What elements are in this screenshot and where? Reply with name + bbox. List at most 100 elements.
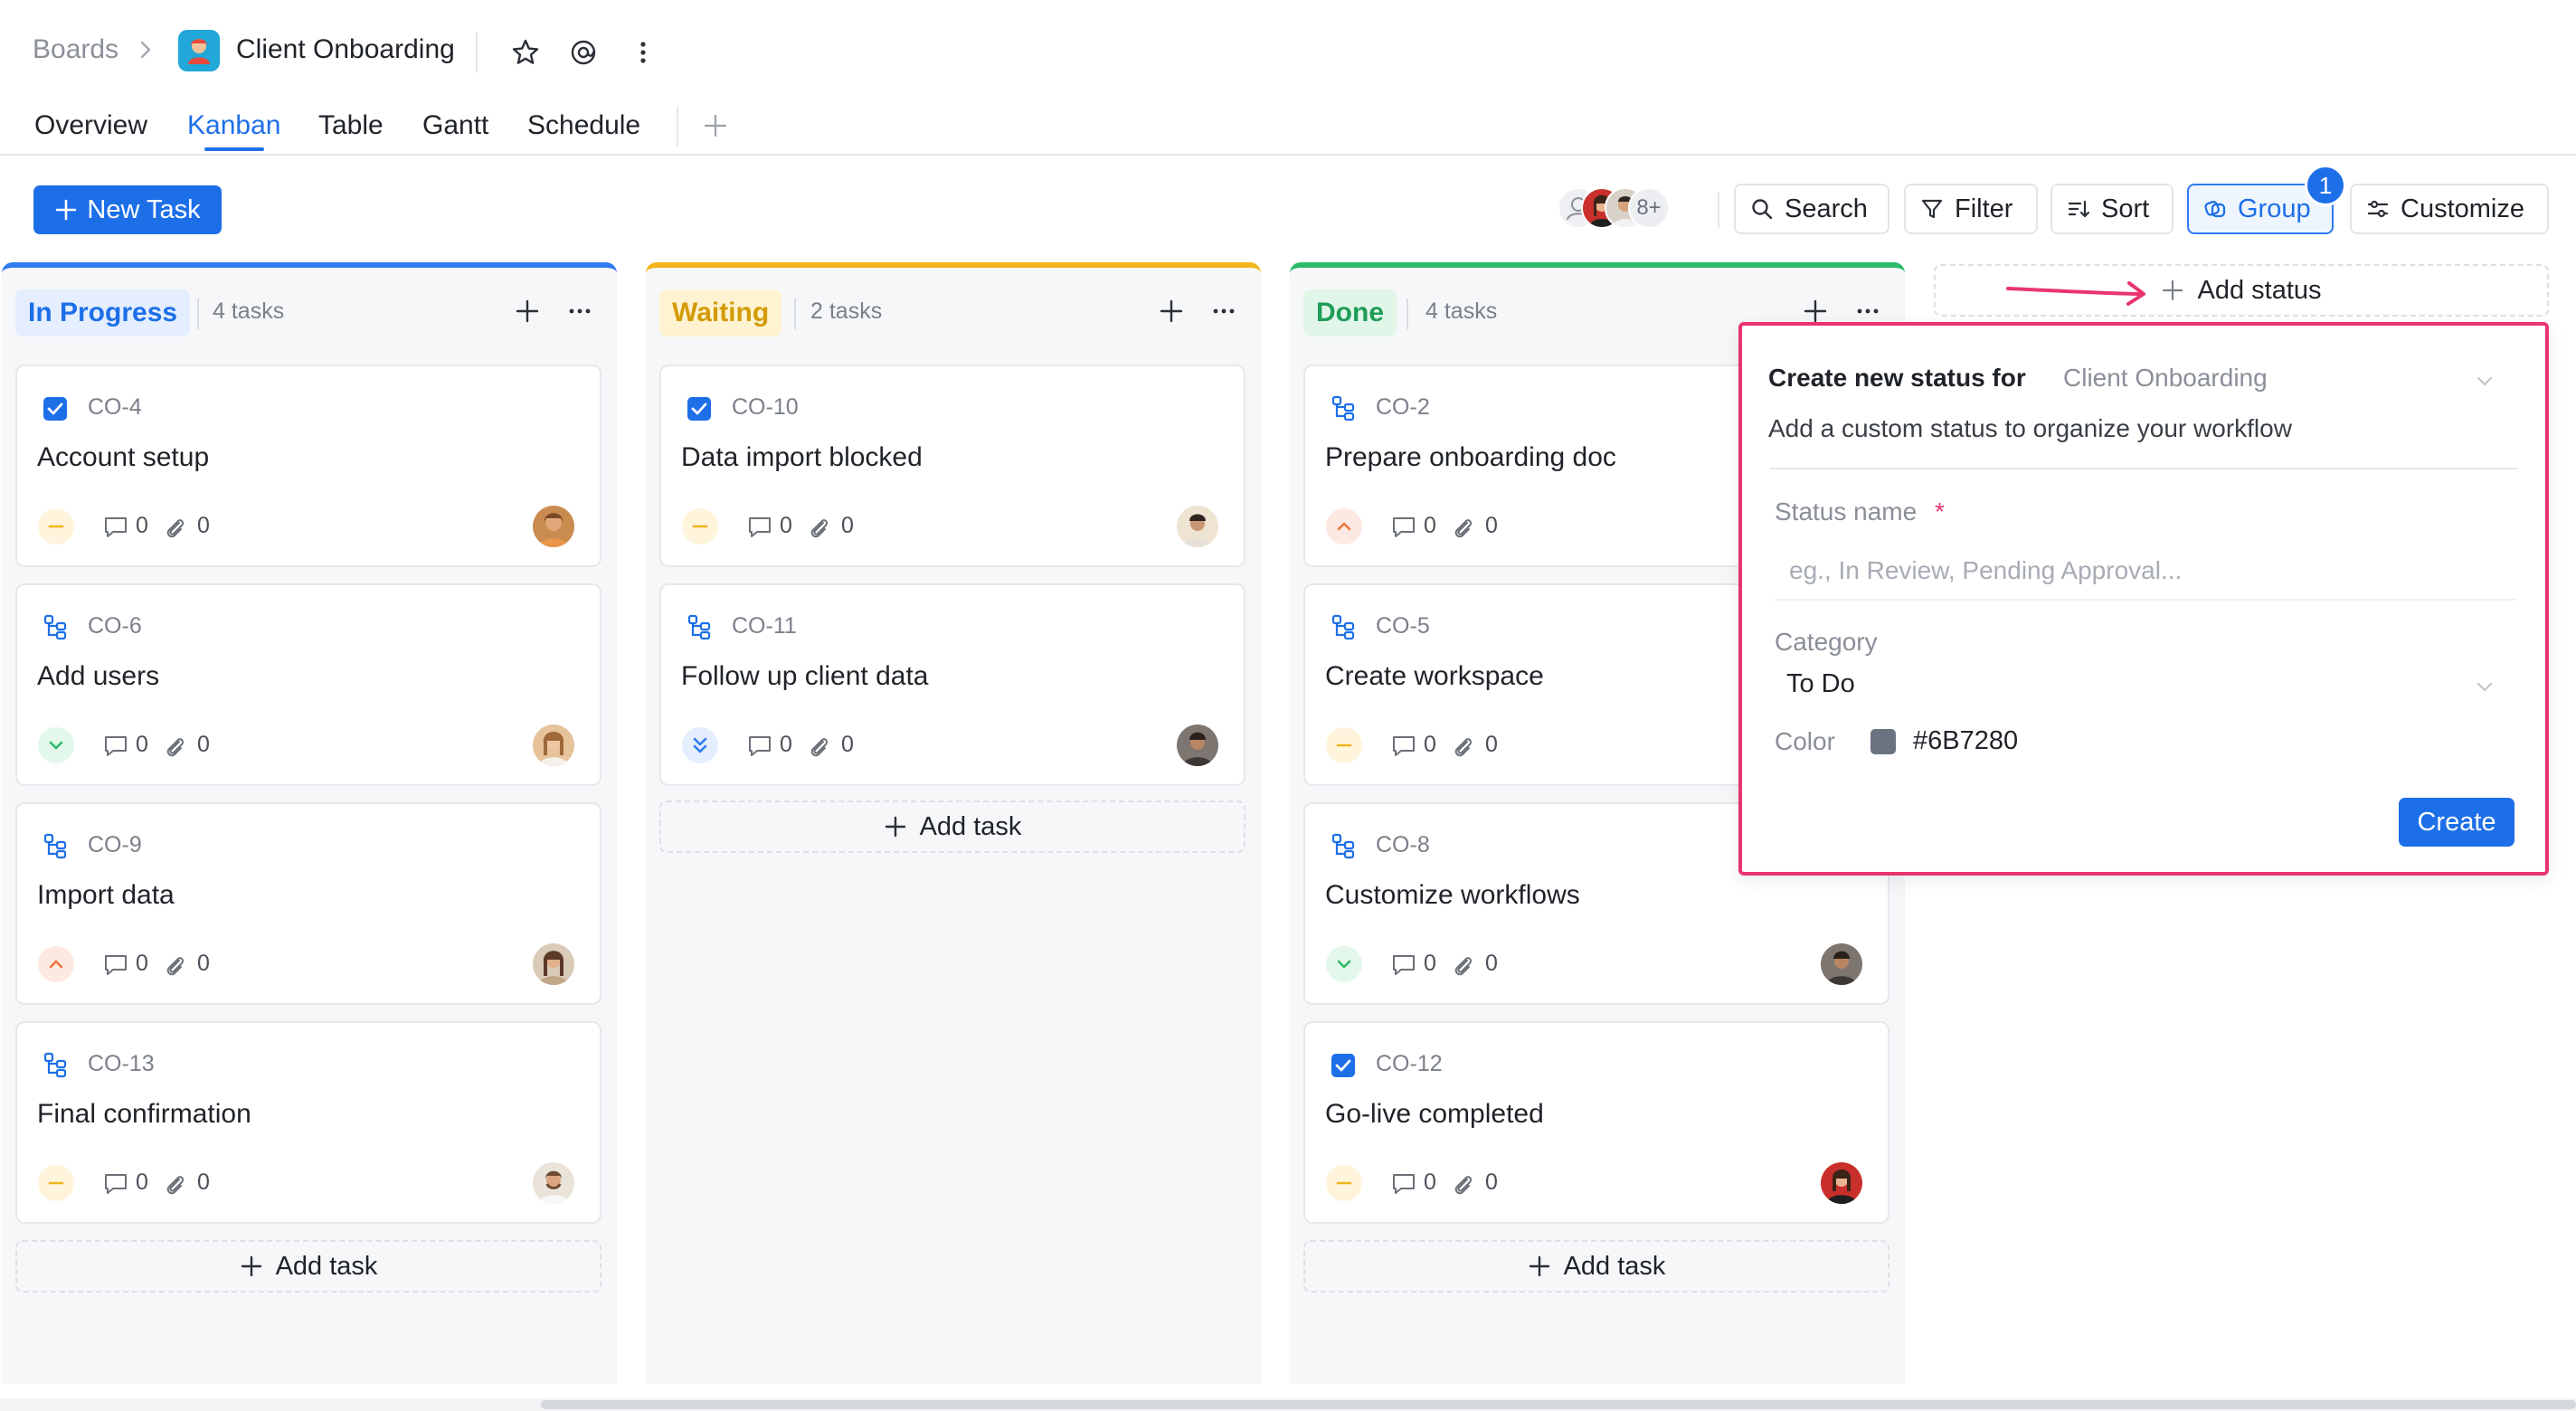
color-hex-value[interactable]: #6B7280	[1913, 726, 2018, 756]
toolbar-divider	[1718, 192, 1719, 228]
popover-divider	[1770, 468, 2517, 469]
comment-count: 0	[1424, 951, 1436, 976]
attachment-count: 0	[1485, 951, 1498, 976]
add-view-icon[interactable]	[702, 112, 729, 139]
sort-button[interactable]: Sort	[2050, 184, 2174, 234]
task-id: CO-4	[88, 394, 142, 420]
add-task-label: Add task	[275, 1251, 378, 1281]
arrow-right-icon	[2004, 276, 2151, 307]
tab-kanban[interactable]: Kanban	[187, 110, 280, 141]
column-more-icon[interactable]	[1210, 298, 1237, 325]
add-card-icon[interactable]	[1802, 298, 1829, 325]
assignee-avatar[interactable]	[533, 1162, 574, 1204]
color-swatch[interactable]	[1870, 729, 1896, 754]
comment-icon	[103, 516, 128, 539]
attachment-count: 0	[841, 513, 854, 538]
paperclip-icon	[163, 515, 186, 540]
star-icon[interactable]	[510, 37, 541, 68]
sliders-icon	[2367, 200, 2389, 218]
column-title-divider	[197, 298, 199, 329]
task-id: CO-6	[88, 613, 142, 639]
comment-count: 0	[136, 951, 148, 976]
more-vertical-icon[interactable]	[637, 37, 649, 68]
column-more-icon[interactable]	[1854, 298, 1881, 325]
task-title: Data import blocked	[681, 442, 923, 472]
watch-icon[interactable]	[568, 37, 599, 68]
attachment-count: 0	[197, 1170, 210, 1195]
comment-icon	[103, 734, 128, 758]
plus-icon	[1529, 1255, 1549, 1277]
task-id: CO-10	[732, 394, 799, 420]
assignee-avatar[interactable]	[533, 943, 574, 985]
comment-count: 0	[136, 513, 148, 538]
assignee-avatar[interactable]	[1821, 1162, 1862, 1204]
subtask-icon	[1330, 394, 1357, 421]
board-selector[interactable]: Client Onboarding	[2063, 364, 2268, 393]
add-task-button[interactable]: Add task	[659, 800, 1245, 853]
subtask-icon	[686, 613, 713, 640]
paperclip-icon	[1451, 734, 1474, 759]
popover-heading: Create new status for	[1768, 364, 2026, 392]
task-title: Import data	[37, 880, 175, 910]
chevron-down-icon[interactable]	[2473, 369, 2496, 393]
filter-icon	[1921, 199, 1943, 219]
assignee-avatar[interactable]	[1177, 724, 1218, 766]
priority-medium-icon	[682, 508, 718, 545]
filter-button[interactable]: Filter	[1904, 184, 2038, 234]
comment-count: 0	[780, 513, 792, 538]
group-count-badge: 1	[2305, 165, 2346, 206]
create-button[interactable]: Create	[2399, 798, 2514, 847]
assignee-avatar[interactable]	[1177, 506, 1218, 547]
task-title: Create workspace	[1325, 661, 1544, 691]
task-title: Add users	[37, 661, 160, 691]
comment-count: 0	[780, 732, 792, 757]
tab-overview[interactable]: Overview	[34, 110, 147, 141]
tab-table[interactable]: Table	[318, 110, 384, 141]
subtask-icon	[1330, 613, 1357, 640]
popover-description: Add a custom status to organize your wor…	[1768, 414, 2292, 442]
task-title: Go-live completed	[1325, 1099, 1544, 1129]
task-title: Customize workflows	[1325, 880, 1580, 910]
customize-button[interactable]: Customize	[2350, 184, 2549, 234]
tab-gantt[interactable]: Gantt	[422, 110, 488, 141]
task-title: Account setup	[37, 442, 210, 472]
filter-label: Filter	[1955, 194, 2013, 223]
attachment-count: 0	[1485, 1170, 1498, 1195]
priority-low-icon	[1326, 946, 1362, 982]
sort-label: Sort	[2101, 194, 2150, 223]
chevron-down-icon[interactable]	[2473, 675, 2496, 698]
add-task-button[interactable]: Add task	[1303, 1240, 1889, 1293]
plus-icon	[241, 1255, 261, 1277]
new-task-button[interactable]: New Task	[33, 185, 222, 234]
priority-low-icon	[38, 727, 74, 763]
add-task-button[interactable]: Add task	[15, 1240, 601, 1293]
category-select[interactable]: To Do	[1786, 669, 1855, 699]
comment-icon	[1391, 734, 1416, 758]
column-more-icon[interactable]	[566, 298, 593, 325]
add-task-label: Add task	[919, 811, 1022, 841]
status-name-input[interactable]: eg., In Review, Pending Approval...	[1775, 543, 2516, 601]
breadcrumb-boards-link[interactable]: Boards	[33, 34, 118, 65]
search-icon	[1752, 199, 1773, 220]
tab-schedule[interactable]: Schedule	[527, 110, 640, 141]
column-task-count: 4 tasks	[213, 298, 285, 324]
paperclip-icon	[1451, 1171, 1474, 1197]
horizontal-scrollbar-thumb[interactable]	[541, 1400, 2576, 1409]
task-id: CO-11	[732, 613, 797, 639]
category-label: Category	[1775, 628, 1878, 656]
assignee-avatar[interactable]	[533, 506, 574, 547]
add-card-icon[interactable]	[514, 298, 541, 325]
plus-icon	[56, 199, 77, 221]
group-label: Group	[2238, 194, 2311, 223]
add-card-icon[interactable]	[1158, 298, 1185, 325]
group-icon	[2204, 200, 2226, 218]
attachment-count: 0	[197, 951, 210, 976]
subtask-icon	[42, 613, 69, 640]
assignee-avatar[interactable]	[1821, 943, 1862, 985]
comment-count: 0	[1424, 1170, 1436, 1195]
task-title: Final confirmation	[37, 1099, 251, 1129]
column-title-divider	[794, 298, 796, 329]
search-button[interactable]: Search	[1734, 184, 1889, 234]
assignee-avatar[interactable]	[533, 724, 574, 766]
board-logo-icon	[178, 30, 220, 71]
